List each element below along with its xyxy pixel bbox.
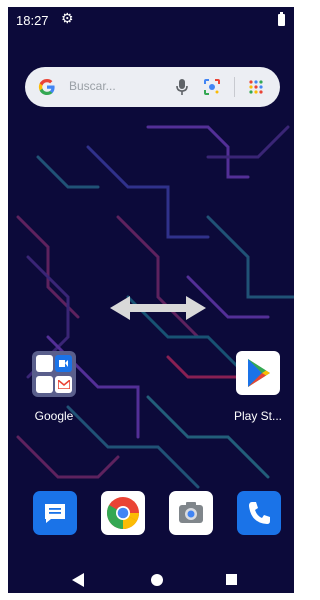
phone-screen: 18:27 ⚙ Buscar... Google Play St... xyxy=(8,7,294,593)
battery-icon xyxy=(278,12,285,26)
status-bar: 18:27 ⚙ xyxy=(8,7,294,33)
folder-app-icon xyxy=(36,355,53,372)
phone-icon[interactable] xyxy=(237,491,281,535)
camera-lens-icon xyxy=(179,502,203,523)
navigation-bar xyxy=(8,567,294,593)
play-store-icon[interactable] xyxy=(236,351,280,395)
mic-icon[interactable] xyxy=(175,78,189,96)
play-triangle-icon xyxy=(248,359,270,387)
google-folder[interactable] xyxy=(32,351,76,397)
double-arrow-horizontal-icon xyxy=(110,296,206,320)
grid-icon[interactable] xyxy=(248,79,264,95)
meet-icon xyxy=(59,360,68,367)
app-label-google: Google xyxy=(34,409,74,423)
recents-icon[interactable] xyxy=(226,574,237,585)
google-search-bar[interactable]: Buscar... xyxy=(25,67,280,107)
google-g-icon xyxy=(38,79,55,95)
gmail-icon xyxy=(58,380,70,389)
app-label-play-store: Play St... xyxy=(233,409,283,423)
status-time: 18:27 xyxy=(16,13,49,28)
folder-app-icon xyxy=(36,376,53,393)
back-icon[interactable] xyxy=(72,573,84,587)
gear-icon: ⚙ xyxy=(61,10,74,26)
chrome-logo-icon xyxy=(106,497,140,530)
camera-icon[interactable] xyxy=(169,491,213,535)
home-icon[interactable] xyxy=(151,574,163,586)
chrome-icon[interactable] xyxy=(101,491,145,535)
handset-icon xyxy=(249,502,270,524)
search-separator xyxy=(234,77,235,97)
search-placeholder: Buscar... xyxy=(69,79,116,93)
lens-icon[interactable] xyxy=(203,78,221,96)
messages-icon[interactable] xyxy=(33,491,77,535)
message-bubble-icon xyxy=(45,504,65,523)
